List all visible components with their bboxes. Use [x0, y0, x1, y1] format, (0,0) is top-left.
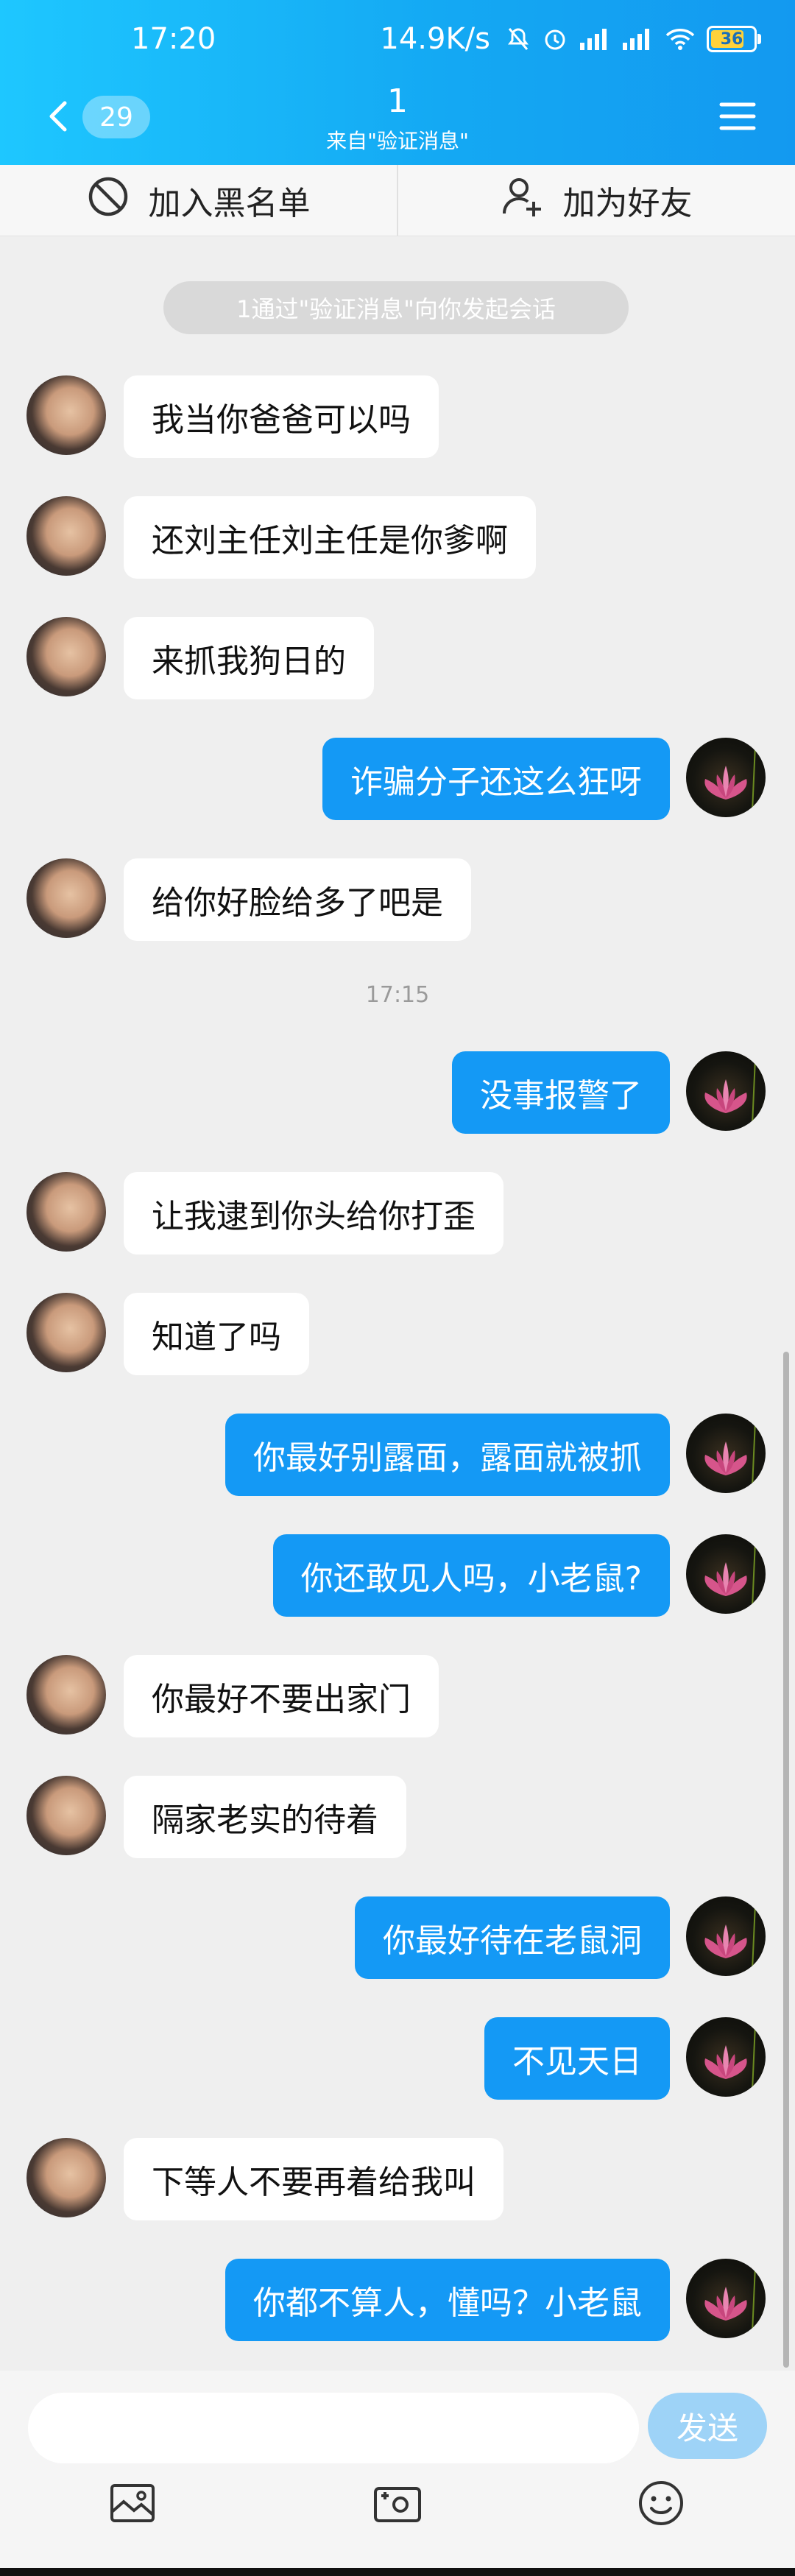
message-bubble[interactable]: 让我逮到你头给你打歪 [124, 1172, 504, 1255]
message-bubble[interactable]: 你都不算人，懂吗？小老鼠 [225, 2259, 670, 2341]
signal-icon-2 [621, 27, 654, 52]
emoji-icon[interactable] [632, 2474, 690, 2533]
app-header: 17:20 14.9K/s 36 29 1 来自"验证消息" [0, 0, 795, 165]
message-bubble[interactable]: 还刘主任刘主任是你爹啊 [124, 496, 536, 579]
avatar[interactable] [26, 858, 106, 938]
message-row: 你还敢见人吗，小老鼠? [29, 1534, 766, 1617]
message-bubble[interactable]: 隔家老实的待着 [124, 1776, 406, 1858]
message-bubble[interactable]: 知道了吗 [124, 1293, 309, 1375]
status-icons: 14.9K/s 36 [380, 22, 761, 56]
avatar[interactable] [26, 1655, 106, 1735]
avatar[interactable] [26, 1293, 106, 1372]
message-row: 知道了吗 [26, 1293, 395, 1375]
add-user-icon [501, 175, 544, 226]
add-friend-button[interactable]: 加为好友 [397, 165, 795, 236]
system-nav-bar [0, 2568, 795, 2576]
camera-icon[interactable] [368, 2474, 427, 2533]
avatar[interactable] [686, 738, 766, 817]
message-row: 让我逮到你头给你打歪 [26, 1172, 586, 1255]
status-bar: 17:20 14.9K/s 36 [0, 19, 795, 71]
status-time: 17:20 [131, 22, 216, 56]
system-notice: 1通过"验证消息"向你发起会话 [163, 281, 629, 334]
image-icon[interactable] [103, 2474, 162, 2533]
action-bar: 加入黑名单 加为好友 [0, 165, 795, 236]
message-bubble[interactable]: 下等人不要再着给我叫 [124, 2138, 504, 2220]
message-input[interactable] [28, 2393, 639, 2463]
message-bubble[interactable]: 诈骗分子还这么狂呀 [322, 738, 670, 820]
avatar[interactable] [26, 375, 106, 455]
message-row: 给你好脸给多了吧是 [26, 858, 542, 941]
blacklist-button[interactable]: 加入黑名单 [0, 165, 397, 236]
message-bubble[interactable]: 我当你爸爸可以吗 [124, 375, 439, 458]
menu-icon[interactable] [716, 94, 760, 138]
message-bubble[interactable]: 给你好脸给多了吧是 [124, 858, 471, 941]
time-separator: 17:15 [365, 982, 430, 1008]
send-button[interactable]: 发送 [648, 2393, 767, 2459]
add-friend-label: 加为好友 [562, 185, 693, 222]
avatar[interactable] [26, 617, 106, 696]
composer-bar: 发送 [0, 2371, 795, 2576]
chat-title: 1 [387, 82, 408, 120]
block-icon [87, 175, 130, 226]
signal-icon-1 [579, 27, 611, 52]
nav-bar: 29 1 来自"验证消息" [0, 81, 795, 155]
message-row: 还刘主任刘主任是你爹啊 [26, 496, 586, 579]
avatar[interactable] [26, 1776, 106, 1855]
message-row: 来抓我狗日的 [26, 617, 468, 699]
chat-subtitle: 来自"验证消息" [326, 129, 469, 153]
message-row: 你最好不要出家门 [26, 1655, 468, 1737]
message-bubble[interactable]: 你最好别露面，露面就被抓 [225, 1414, 670, 1496]
alarm-icon [542, 26, 568, 52]
message-bubble[interactable]: 你还敢见人吗，小老鼠? [272, 1534, 670, 1617]
mute-icon [505, 26, 531, 52]
blacklist-label: 加入黑名单 [148, 185, 311, 222]
avatar[interactable] [26, 496, 106, 576]
message-row: 不见天日 [29, 2017, 766, 2100]
avatar[interactable] [26, 1172, 106, 1252]
scrollbar[interactable] [783, 1352, 789, 2368]
message-row: 你最好别露面，露面就被抓 [29, 1414, 766, 1496]
message-bubble[interactable]: 没事报警了 [452, 1051, 670, 1134]
message-bubble[interactable]: 来抓我狗日的 [124, 617, 374, 699]
avatar[interactable] [26, 2138, 106, 2217]
message-row: 没事报警了 [29, 1051, 766, 1134]
wifi-icon [664, 27, 696, 52]
message-bubble[interactable]: 你最好不要出家门 [124, 1655, 439, 1737]
network-speed: 14.9K/s [380, 22, 490, 56]
message-row: 下等人不要再着给我叫 [26, 2138, 586, 2220]
avatar[interactable] [686, 2017, 766, 2097]
message-bubble[interactable]: 不见天日 [484, 2017, 670, 2100]
battery-level: 36 [720, 29, 743, 49]
avatar[interactable] [686, 2259, 766, 2338]
avatar[interactable] [686, 1051, 766, 1131]
message-bubble[interactable]: 你最好待在老鼠洞 [355, 1896, 670, 1979]
battery-icon: 36 [707, 26, 761, 52]
message-row: 你最好待在老鼠洞 [29, 1896, 766, 1979]
message-row: 我当你爸爸可以吗 [26, 375, 468, 458]
message-row: 隔家老实的待着 [26, 1776, 468, 1858]
avatar[interactable] [686, 1414, 766, 1493]
message-row: 诈骗分子还这么狂呀 [29, 738, 766, 820]
message-row: 你都不算人，懂吗？小老鼠 [29, 2259, 766, 2341]
avatar[interactable] [686, 1534, 766, 1614]
avatar[interactable] [686, 1896, 766, 1976]
